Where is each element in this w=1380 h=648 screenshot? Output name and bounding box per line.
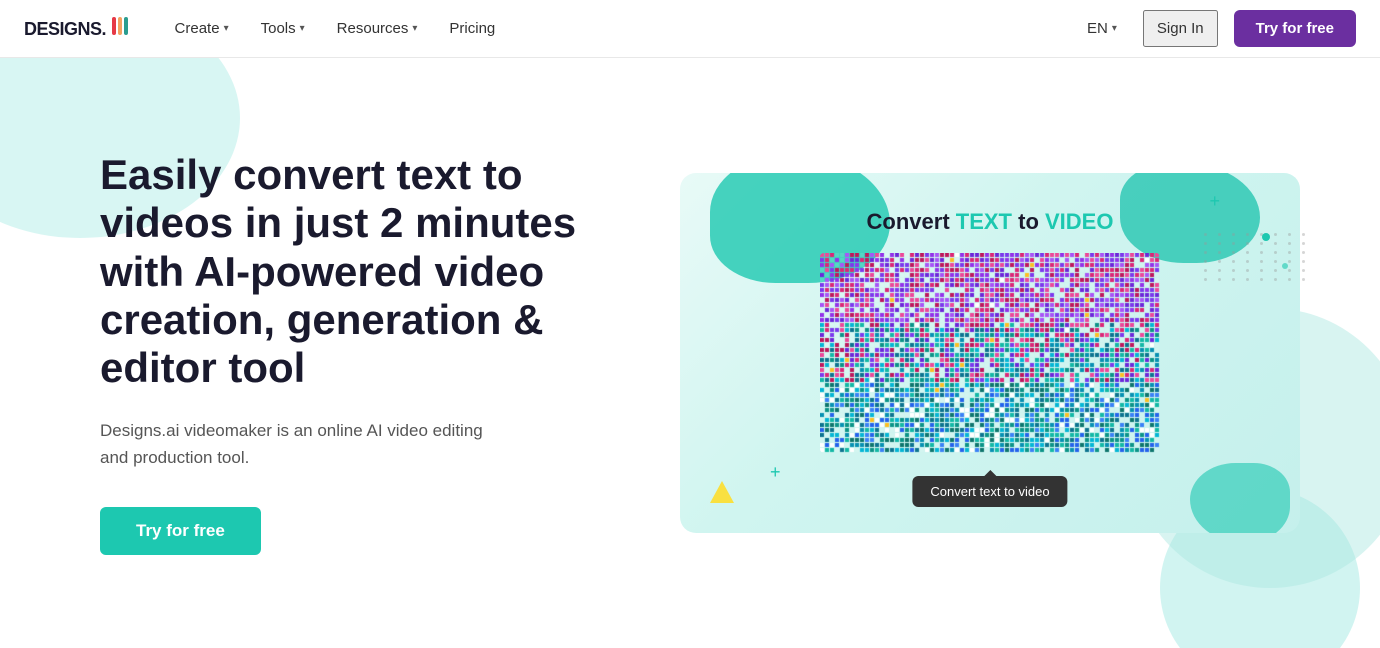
nav-links: Create ▾ Tools ▾ Resources ▾ Pricing: [161, 12, 1078, 45]
try-free-hero-button[interactable]: Try for free: [100, 507, 261, 555]
dot-decoration-1: [1262, 233, 1270, 241]
chevron-down-icon: ▾: [412, 23, 417, 34]
logo[interactable]: DESIGNS.: [24, 17, 129, 40]
convert-heading: Convert TEXT to VIDEO: [867, 209, 1114, 235]
dot-grid-decoration: [1204, 233, 1310, 281]
nav-tools[interactable]: Tools ▾: [247, 12, 319, 45]
pixel-canvas-container: [820, 253, 1160, 453]
sign-in-button[interactable]: Sign In: [1143, 10, 1218, 47]
chevron-down-icon: ▾: [1112, 23, 1117, 34]
logo-ai: [111, 17, 129, 35]
nav-pricing[interactable]: Pricing: [435, 12, 509, 45]
video-preview-card: + + Convert TEXT to VIDEO Convert text t…: [680, 173, 1300, 533]
convert-tooltip: Convert text to video: [912, 476, 1067, 507]
nav-right: EN ▾ Sign In Try for free: [1077, 10, 1356, 47]
hero-subtitle: Designs.ai videomaker is an online AI vi…: [100, 417, 500, 471]
navbar: DESIGNS. Create ▾ Tools ▾ Resources ▾ Pr…: [0, 0, 1380, 58]
blob-decoration-br: [1190, 463, 1290, 533]
hero-left-content: Easily convert text to videos in just 2 …: [100, 151, 600, 555]
nav-create[interactable]: Create ▾: [161, 12, 243, 45]
confetti-decoration: [710, 481, 734, 503]
hero-section: Easily convert text to videos in just 2 …: [0, 58, 1380, 648]
chevron-down-icon: ▾: [300, 23, 305, 34]
dot-decoration-2: [1282, 263, 1288, 269]
hero-right-content: + + Convert TEXT to VIDEO Convert text t…: [660, 173, 1320, 533]
language-selector[interactable]: EN ▾: [1077, 14, 1127, 43]
plus-decoration-2: +: [770, 462, 781, 483]
pixel-art-preview: [820, 253, 1160, 453]
hero-title: Easily convert text to videos in just 2 …: [100, 151, 600, 392]
logo-text: DESIGNS.: [24, 17, 129, 40]
chevron-down-icon: ▾: [224, 23, 229, 34]
plus-decoration: +: [1209, 191, 1220, 212]
try-free-nav-button[interactable]: Try for free: [1234, 10, 1356, 47]
pixel-canvas: [820, 253, 1160, 453]
nav-resources[interactable]: Resources ▾: [323, 12, 432, 45]
